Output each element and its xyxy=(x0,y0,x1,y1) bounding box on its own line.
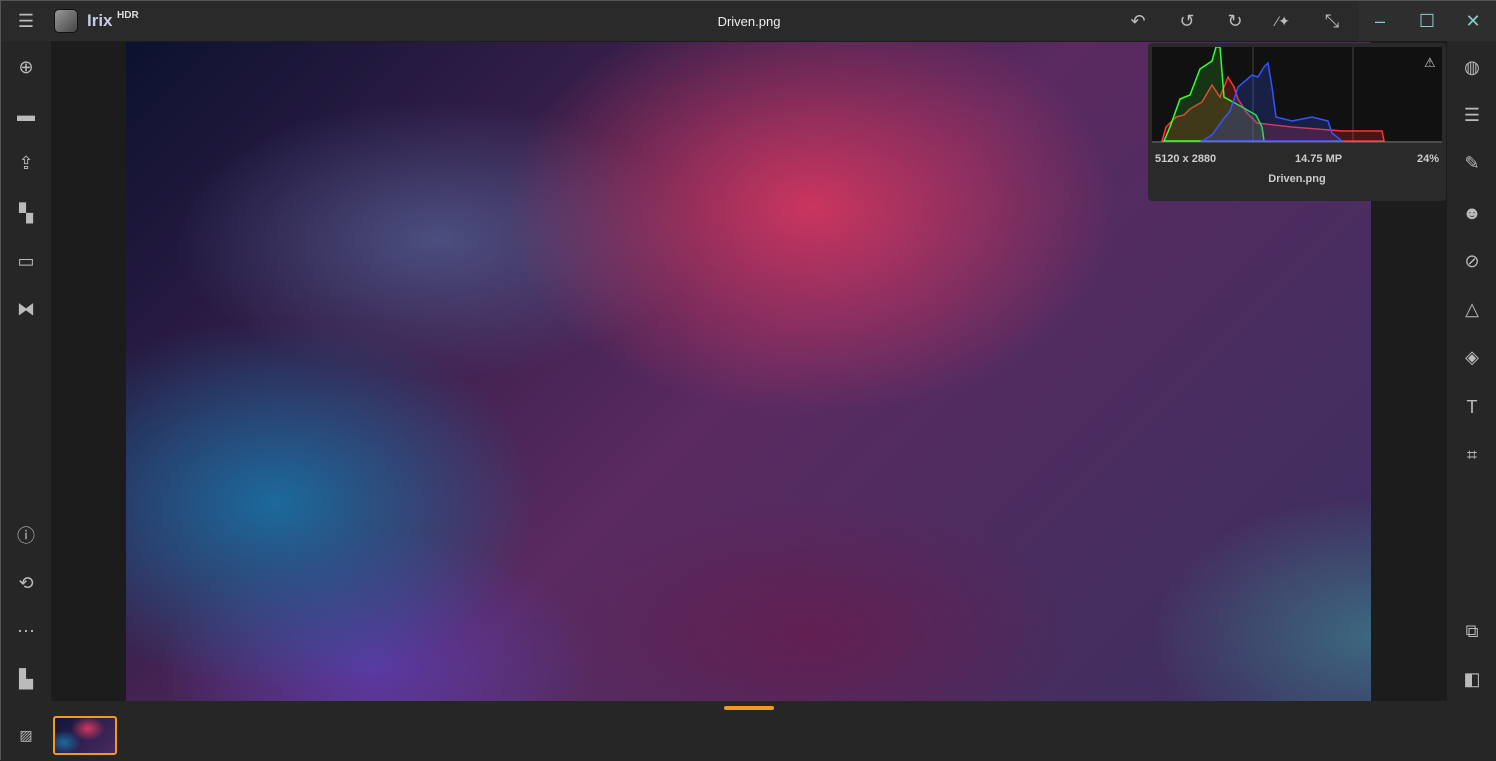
adjustments-icon[interactable]: ☰ xyxy=(1456,99,1488,131)
collapse-icon[interactable]: ⤡ xyxy=(1316,5,1348,37)
filmstrip-thumbnail[interactable] xyxy=(53,716,117,755)
brush-icon[interactable]: ✎ xyxy=(1456,147,1488,179)
text-icon[interactable]: T xyxy=(1456,391,1488,423)
maximize-icon[interactable]: ☐ xyxy=(1411,5,1443,37)
histogram-chart: ⚠ xyxy=(1152,47,1442,143)
folder-icon[interactable]: ▬ xyxy=(10,99,42,131)
face-icon[interactable]: ☻ xyxy=(1456,197,1488,229)
window-icon[interactable]: ▭ xyxy=(10,245,42,277)
history-icon[interactable]: ⟲ xyxy=(10,567,42,599)
title-bar: ☰ Irix HDR Driven.png ↶ ↺ ↻ ⁄✦ ⤡ – ☐ ✕ xyxy=(1,1,1496,41)
reply-all-icon[interactable]: ↶ xyxy=(1122,5,1154,37)
ai-magic-wand-icon[interactable]: ⁄✦ xyxy=(1267,5,1299,37)
compare-icon[interactable]: ◧ xyxy=(1456,663,1488,695)
crop-icon[interactable]: ⌗ xyxy=(1456,439,1488,471)
info-icon[interactable]: ⓘ xyxy=(10,519,42,551)
export-icon[interactable]: ⇪ xyxy=(10,147,42,179)
right-sidebar: ◍ ☰ ✎ ☻ ⊘ △ ◈ T ⌗ ⧉ ◧ xyxy=(1447,41,1496,701)
zoom-level: 24% xyxy=(1416,153,1439,165)
plugins-icon[interactable]: ▙ xyxy=(10,663,42,695)
filmstrip-resize-handle[interactable] xyxy=(724,706,774,710)
layers-icon[interactable]: ◈ xyxy=(1456,341,1488,373)
left-sidebar: ⊕ ▬ ⇪ ▚ ▭ ⧓ ⓘ ⟲ ⋯ ▙ xyxy=(1,41,51,701)
color-icon[interactable]: ◍ xyxy=(1456,51,1488,83)
histogram-filename: Driven.png xyxy=(1268,173,1326,185)
redo-icon[interactable]: ↻ xyxy=(1219,5,1251,37)
filmstrip: ▨ xyxy=(1,701,1496,761)
transform-icon[interactable]: △ xyxy=(1456,293,1488,325)
stack-icon[interactable]: ⧉ xyxy=(1456,615,1488,647)
image-megapixels: 14.75 MP xyxy=(1295,153,1343,165)
image-icon[interactable]: ▨ xyxy=(10,719,42,751)
panorama-icon[interactable]: ⧓ xyxy=(10,293,42,325)
minimize-icon[interactable]: – xyxy=(1364,5,1396,37)
close-icon[interactable]: ✕ xyxy=(1457,5,1489,37)
more-icon[interactable]: ⋯ xyxy=(10,615,42,647)
add-icon[interactable]: ⊕ xyxy=(10,51,42,83)
histogram-panel: ⚠ 5120 x 2880 14.75 MP 24% Driven.png xyxy=(1148,43,1446,201)
undo-icon[interactable]: ↺ xyxy=(1171,5,1203,37)
image-dimensions: 5120 x 2880 xyxy=(1155,153,1217,165)
healing-icon[interactable]: ⊘ xyxy=(1456,245,1488,277)
clipping-warning-icon: ⚠ xyxy=(1424,55,1436,70)
batch-icon[interactable]: ▚ xyxy=(10,197,42,229)
